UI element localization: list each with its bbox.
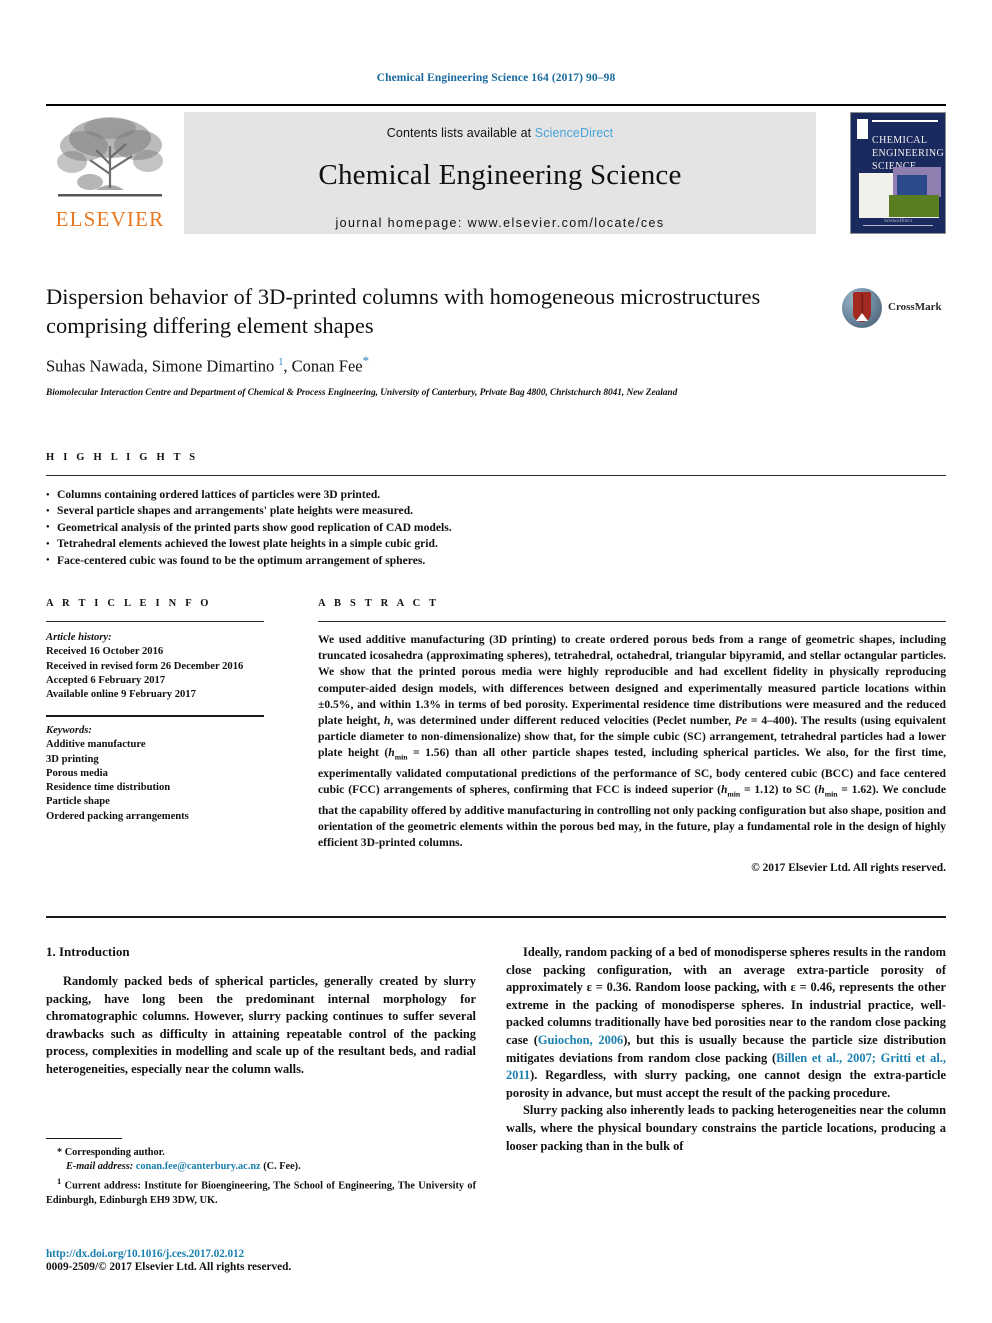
article-history-block: Article history: Received 16 October 201… <box>46 631 264 702</box>
keywords-block: Keywords: Additive manufacture 3D printi… <box>46 724 264 824</box>
running-head: Chemical Engineering Science 164 (2017) … <box>376 72 616 84</box>
highlights-list: Columns containing ordered lattices of p… <box>46 486 946 569</box>
keyword-item: Additive manufacture <box>46 739 146 751</box>
paragraph: Randomly packed beds of spherical partic… <box>46 974 476 1076</box>
crossmark-circle-icon <box>842 288 882 328</box>
crossmark-triangle-icon <box>856 313 868 321</box>
crossmark-badge[interactable]: CrossMark <box>842 288 950 330</box>
keyword-item: Porous media <box>46 767 108 779</box>
masthead-center-band: Contents lists available at ScienceDirec… <box>184 112 816 234</box>
footnote-corresponding-author: * Corresponding author. <box>57 1147 165 1158</box>
list-item: Geometrical analysis of the printed part… <box>46 519 946 536</box>
cover-title-line2: ENGINEERING <box>872 148 945 159</box>
contents-prefix: Contents lists available at <box>386 126 535 140</box>
keyword-item: Particle shape <box>46 796 110 808</box>
article-info-section: A R T I C L E I N F O Article history: R… <box>46 598 264 824</box>
journal-article-page: Chemical Engineering Science 164 (2017) … <box>0 0 992 1323</box>
abstract-section: A B S T R A C T We used additive manufac… <box>318 598 946 874</box>
cover-title-line1: CHEMICAL <box>872 135 928 146</box>
list-item: Columns containing ordered lattices of p… <box>46 486 946 503</box>
body-column-left: 1. Introduction Randomly packed beds of … <box>46 944 476 1079</box>
article-info-heading: A R T I C L E I N F O <box>46 598 212 609</box>
footnote-current-address-text: Current address: Institute for Bioengine… <box>46 1180 477 1207</box>
cover-artwork-blue <box>897 175 927 197</box>
highlights-section: H I G H L I G H T S Columns containing o… <box>46 452 946 569</box>
footnote-email-label: E-mail address: <box>66 1161 134 1173</box>
footnote-email-suffix: (C. Fee). <box>263 1161 301 1173</box>
cover-top-rule <box>872 120 938 122</box>
elsevier-wordmark: ELSEVIER <box>55 207 165 231</box>
doi-link[interactable]: http://dx.doi.org/10.1016/j.ces.2017.02.… <box>46 1248 476 1260</box>
keywords-label: Keywords: <box>46 724 92 736</box>
abstract-copyright: © 2017 Elsevier Ltd. All rights reserved… <box>751 862 946 875</box>
list-item: Several particle shapes and arrangements… <box>46 503 946 520</box>
footnote-marker: 1 <box>57 1176 62 1187</box>
paragraph: Slurry packing also inherently leads to … <box>506 1103 946 1153</box>
affiliation: Biomolecular Interaction Centre and Depa… <box>46 387 678 398</box>
highlights-heading: H I G H L I G H T S <box>46 452 199 463</box>
journal-masthead: ELSEVIER Contents lists available at Sci… <box>46 104 946 236</box>
list-item: Tetrahedral elements achieved the lowest… <box>46 536 946 553</box>
email-link[interactable]: conan.fee@canterbury.ac.nz <box>136 1161 261 1172</box>
history-item: Received in revised form 26 December 201… <box>46 660 244 672</box>
elsevier-logo: ELSEVIER <box>46 112 174 234</box>
cover-artwork-green <box>889 195 939 217</box>
footnote-email-line: E-mail address: conan.fee@canterbury.ac.… <box>46 1160 476 1174</box>
keyword-item: Ordered packing arrangements <box>46 810 189 822</box>
cover-bottom-rule <box>863 225 933 226</box>
keywords-rule <box>46 715 264 717</box>
highlights-rule <box>46 475 946 476</box>
sciencedirect-link[interactable]: ScienceDirect <box>535 126 613 140</box>
page-title: Dispersion behavior of 3D-printed column… <box>46 284 761 338</box>
footnote-current-address: 1 Current address: Institute for Bioengi… <box>46 1174 476 1208</box>
history-item: Available online 9 February 2017 <box>46 689 196 701</box>
issn-copyright-line: 0009-2509/© 2017 Elsevier Ltd. All right… <box>46 1261 292 1273</box>
history-item: Accepted 6 February 2017 <box>46 674 166 686</box>
cover-artwork <box>859 167 941 218</box>
keyword-item: Residence time distribution <box>46 782 171 794</box>
paragraph: Ideally, random packing of a bed of mono… <box>506 945 947 1100</box>
cover-logo-stripe <box>857 119 868 139</box>
title-block: Dispersion behavior of 3D-printed column… <box>46 282 836 398</box>
article-info-rule <box>46 621 264 622</box>
footnote-block: * Corresponding author. E-mail address: … <box>46 1138 476 1208</box>
section-heading-introduction: 1. Introduction <box>46 944 130 959</box>
journal-cover-thumbnail: CHEMICAL ENGINEERING SCIENCE ScienceDire… <box>850 112 946 234</box>
cover-footer-text: ScienceDirect <box>883 219 913 224</box>
author-list: Suhas Nawada, Simone Dimartino 1, Conan … <box>46 353 370 376</box>
journal-title: Chemical Engineering Science <box>318 159 682 191</box>
keyword-item: 3D printing <box>46 753 99 765</box>
elsevier-tree-icon <box>57 117 163 197</box>
contents-available-line: Contents lists available at ScienceDirec… <box>184 112 816 140</box>
crossmark-label: CrossMark <box>888 301 942 313</box>
abstract-heading: A B S T R A C T <box>318 598 440 609</box>
masthead-top-rule <box>46 104 946 106</box>
abstract-rule <box>318 621 946 622</box>
article-history-label: Article history: <box>46 632 112 643</box>
doi-block: http://dx.doi.org/10.1016/j.ces.2017.02.… <box>46 1248 476 1273</box>
abstract-bottom-rule <box>46 916 946 918</box>
footnote-rule <box>46 1138 122 1139</box>
body-column-right: Ideally, random packing of a bed of mono… <box>506 944 946 1155</box>
list-item: Face-centered cubic was found to be the … <box>46 552 946 569</box>
history-item: Received 16 October 2016 <box>46 646 164 658</box>
abstract-text: We used additive manufacturing (3D print… <box>318 633 946 850</box>
journal-homepage-line[interactable]: journal homepage: www.elsevier.com/locat… <box>184 216 816 230</box>
